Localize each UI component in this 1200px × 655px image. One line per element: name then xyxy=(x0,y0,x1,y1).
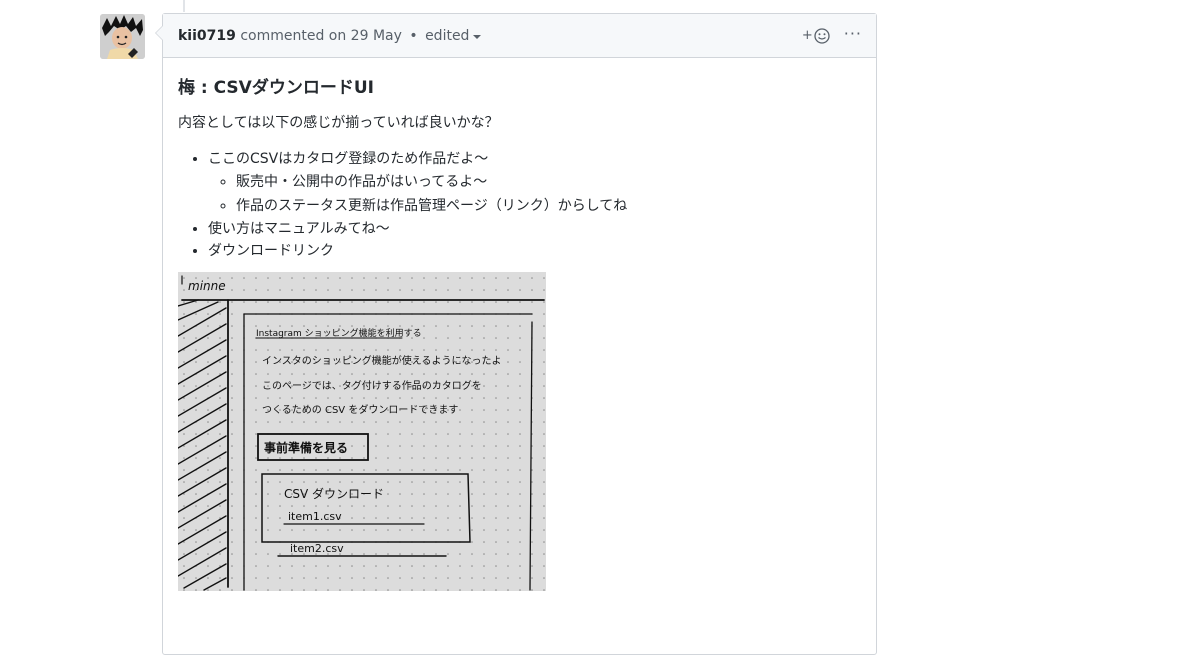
sketch-line3: このページでは、タグ付けする作品のカタログを xyxy=(262,379,482,392)
body-heading: 梅 : CSVダウンロードUI xyxy=(178,78,374,98)
sketch-file1: item1.csv xyxy=(288,510,342,523)
sketch-line2: インスタのショッピング機能が使えるようになったよ xyxy=(262,354,502,367)
sketch-file2: item2.csv xyxy=(290,542,344,555)
sketch-dot-grid xyxy=(178,272,546,591)
avatar[interactable] xyxy=(100,14,145,59)
list-item: ダウンロードリンク xyxy=(208,240,861,262)
comment-body: 梅 : CSVダウンロードUI 内容としては以下の感じが揃っていれば良いかな？ … xyxy=(163,58,876,591)
list-item-text: ここのCSVはカタログ登録のため作品だよ〜 xyxy=(208,151,489,167)
sketch-logo: minne xyxy=(188,279,226,293)
comment-caret-inner xyxy=(156,26,163,40)
comment-meta: kii0719 commented on 29 May • edited xyxy=(178,27,482,44)
author-link[interactable]: kii0719 xyxy=(178,28,236,44)
body-intro: 内容としては以下の感じが揃っていれば良いかな？ xyxy=(178,115,499,131)
sketch-image[interactable]: minne Instagram ショッピング機能を利用する インスタのショッピン… xyxy=(178,272,546,591)
sub-list: 販売中・公開中の作品がはいってるよ〜 作品のステータス更新は作品管理ページ（リン… xyxy=(208,170,861,218)
sub-list-item: 販売中・公開中の作品がはいってるよ〜 xyxy=(236,170,861,194)
edited-label: edited xyxy=(425,27,470,44)
timeline-line xyxy=(183,0,185,12)
meta-separator: • xyxy=(409,27,418,44)
list-item: ここのCSVはカタログ登録のため作品だよ〜 販売中・公開中の作品がはいってるよ〜… xyxy=(208,148,861,218)
list-item: 使い方はマニュアルみてね〜 xyxy=(208,218,861,240)
comment-header: kii0719 commented on 29 May • edited + ·… xyxy=(163,14,876,58)
sketch-button-text: 事前準備を見る xyxy=(264,440,348,455)
comment-action[interactable]: commented on 29 May xyxy=(240,28,402,44)
sketch-line1: Instagram ショッピング機能を利用する xyxy=(256,327,422,339)
avatar-image xyxy=(100,14,145,59)
body-list: ここのCSVはカタログ登録のため作品だよ〜 販売中・公開中の作品がはいってるよ〜… xyxy=(178,148,861,262)
sketch-line4: つくるための CSV をダウンロードできます xyxy=(262,403,458,416)
sub-list-item: 作品のステータス更新は作品管理ページ（リンク）からしてね xyxy=(236,194,861,218)
edited-dropdown[interactable]: edited xyxy=(425,27,482,44)
sketch-box-title: CSV ダウンロード xyxy=(284,486,384,501)
header-actions: + ··· xyxy=(801,25,862,44)
more-options-button[interactable]: ··· xyxy=(844,25,862,42)
chevron-down-icon xyxy=(473,34,482,39)
smiley-icon xyxy=(814,27,830,44)
add-reaction-button[interactable]: + xyxy=(801,27,830,44)
plus-label: + xyxy=(801,28,813,43)
comment: kii0719 commented on 29 May • edited + ·… xyxy=(155,13,877,655)
